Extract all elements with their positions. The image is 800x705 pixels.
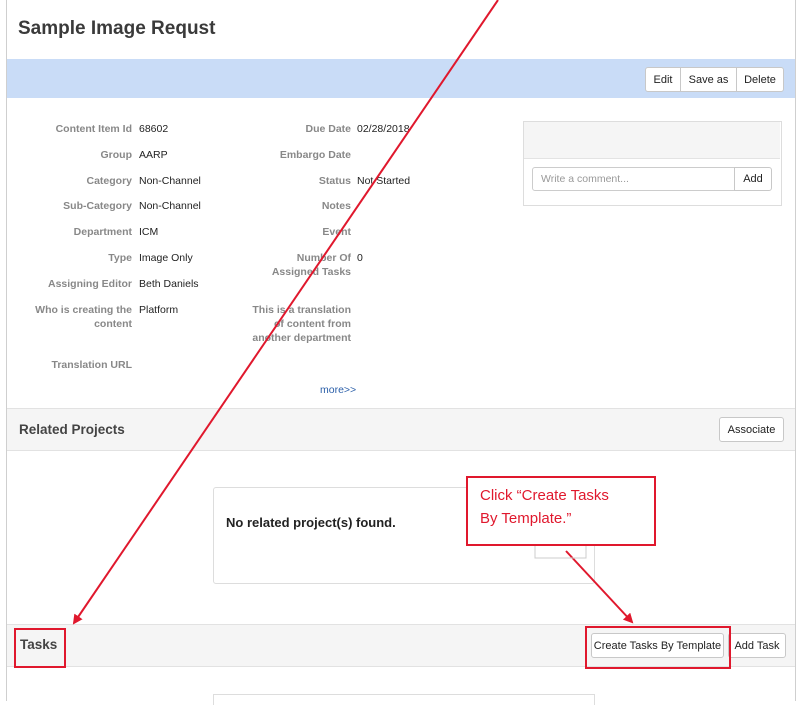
arrow-to-tasks: [72, 0, 499, 625]
callout-shadow: [534, 546, 587, 559]
annotation-arrows: [72, 0, 634, 625]
callout-line-2: By Template.”: [480, 510, 572, 527]
instruction-callout: Click “Create Tasks By Template.”: [466, 476, 656, 546]
arrow-to-create-tasks: [565, 550, 634, 624]
callout-line-1: Click “Create Tasks: [480, 487, 609, 504]
